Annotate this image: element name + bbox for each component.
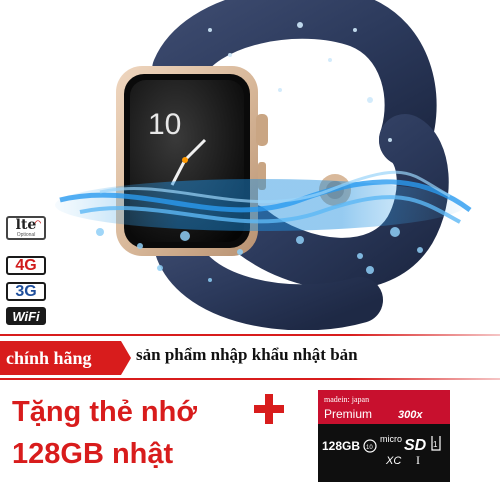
promo-text-line2: 128GB nhật [12, 438, 174, 470]
card-brand: Premium [324, 407, 372, 421]
card-capacity: 128GB [322, 439, 360, 453]
banner-bottom-rule [0, 378, 500, 380]
genuine-tag: chính hãng [0, 341, 131, 375]
wifi-label: WiFi [12, 308, 40, 324]
card-roman: I [416, 453, 420, 467]
plus-icon [252, 392, 286, 426]
card-origin: madein: japan [324, 395, 369, 404]
card-type-xc: XC [385, 455, 401, 467]
signal-icon: ◠ [34, 220, 41, 227]
card-type-sd: SD [404, 437, 427, 454]
card-uhs: 1 [433, 440, 438, 449]
3g-label: 3G [15, 282, 37, 300]
wifi-badge: WiFi [6, 307, 46, 325]
promo-text-line1: Tặng thẻ nhớ [12, 396, 197, 428]
lte-sub-label: Optional [16, 232, 36, 238]
3g-badge: 3G [6, 282, 46, 301]
card-class: 10 [366, 445, 373, 451]
watch-time: 10 [148, 108, 181, 141]
lte-label: lte [15, 217, 37, 233]
product-image-smartwatch: 10 [55, 0, 472, 330]
card-type-micro: micro [380, 434, 402, 444]
banner-description: sản phẩm nhập khẩu nhật bản [136, 345, 358, 364]
memory-card-image: madein: japan Premium 300x 128GB 10 micr… [318, 390, 450, 482]
banner-top-rule [0, 334, 500, 336]
authentic-banner: chính hãng sản phẩm nhập khẩu nhật bản [0, 334, 500, 380]
4g-badge: 4G [6, 256, 46, 275]
lte-badge: ◠ lte Optional [6, 216, 46, 240]
4g-label: 4G [15, 256, 37, 274]
card-speed: 300x [398, 409, 423, 421]
